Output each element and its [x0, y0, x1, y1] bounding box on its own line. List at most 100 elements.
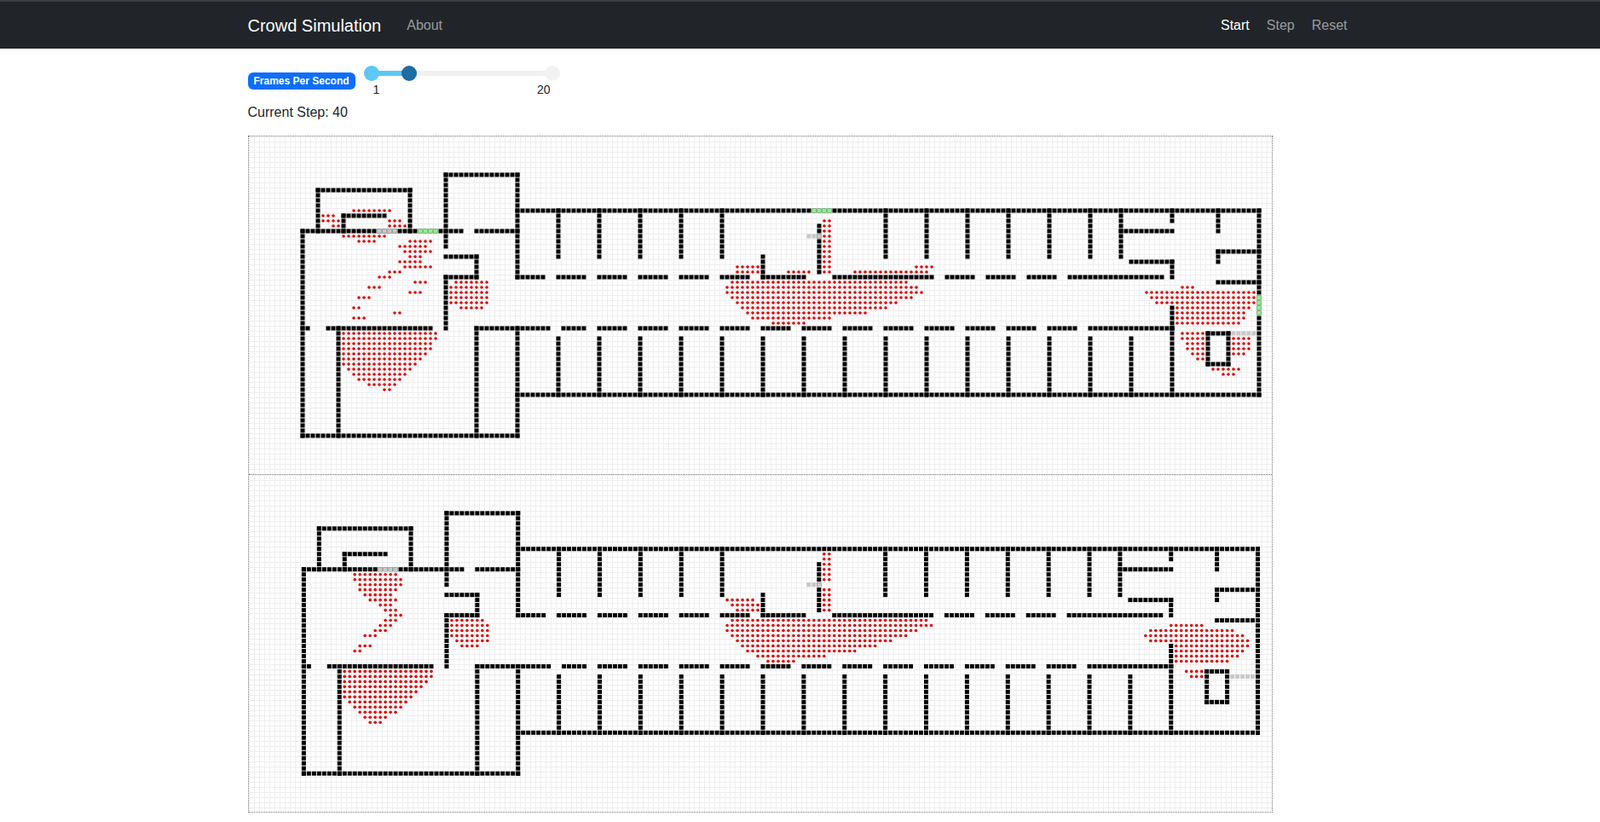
agent-dot — [858, 285, 862, 289]
wall-cell — [315, 433, 320, 439]
agent-dot — [1211, 290, 1215, 295]
wall-cell — [1118, 229, 1123, 234]
exit-cell — [821, 208, 826, 214]
wall-cell — [335, 367, 341, 372]
wall-cell — [407, 203, 412, 208]
wall-cell — [540, 326, 545, 331]
agent-dot — [382, 357, 387, 361]
agent-dot — [408, 244, 412, 249]
wall-cell — [489, 433, 494, 439]
reset-button[interactable]: Reset — [1306, 11, 1353, 40]
wall-cell — [985, 275, 990, 280]
wall-cell — [842, 387, 847, 393]
wall-cell — [1005, 377, 1011, 382]
wall-cell — [325, 188, 330, 193]
wall-cell — [1118, 254, 1123, 260]
agent-dot — [807, 290, 811, 295]
wall-cell — [514, 352, 520, 357]
wall-cell — [949, 392, 954, 398]
wall-cell — [433, 433, 438, 439]
wall-cell — [443, 306, 448, 311]
wall-cell — [1005, 362, 1011, 367]
wall-cell — [1215, 208, 1220, 214]
wall-cell — [842, 346, 847, 352]
agent-dot — [745, 290, 750, 295]
agent-dot — [919, 270, 924, 274]
wall-cell — [1138, 229, 1144, 234]
wall-cell — [596, 208, 601, 214]
wall-cell — [1230, 249, 1236, 255]
wall-cell — [857, 326, 862, 331]
wall-cell — [407, 188, 412, 193]
wall-cell — [1200, 392, 1205, 398]
step-button[interactable]: Step — [1261, 11, 1300, 40]
agent-dot — [730, 290, 734, 295]
agent-dot — [781, 280, 786, 284]
wall-cell — [499, 229, 504, 234]
wall-cell — [550, 392, 555, 398]
wall-cell — [1118, 208, 1123, 214]
wall-cell — [1256, 208, 1261, 214]
slider-thumb[interactable] — [401, 65, 417, 81]
agent-dot — [883, 270, 888, 274]
slider-max-handle[interactable] — [544, 65, 561, 81]
start-button[interactable]: Start — [1215, 11, 1255, 40]
agent-dot — [362, 377, 366, 382]
wall-cell — [448, 433, 453, 439]
wall-cell — [637, 275, 642, 280]
wall-cell — [1246, 280, 1251, 285]
wall-cell — [837, 208, 842, 214]
wall-cell — [443, 234, 448, 239]
agent-dot — [781, 290, 786, 295]
agent-dot — [853, 290, 857, 295]
wall-cell — [1154, 275, 1159, 280]
wall-cell — [954, 392, 959, 398]
agent-dot — [832, 300, 837, 305]
wall-cell — [1154, 326, 1159, 331]
wall-cell — [719, 392, 724, 398]
agent-dot — [771, 295, 775, 300]
slider-min-handle[interactable] — [363, 65, 380, 81]
agent-dot — [878, 270, 883, 274]
wall-cell — [816, 229, 821, 234]
wall-cell — [300, 280, 305, 285]
nav-link[interactable]: About — [401, 11, 448, 40]
fps-track[interactable] — [371, 63, 553, 83]
wall-cell — [346, 326, 351, 331]
wall-cell — [1087, 249, 1092, 255]
wall-cell — [1046, 326, 1052, 331]
agent-dot — [382, 341, 387, 346]
wall-cell — [555, 357, 561, 362]
wall-cell — [990, 275, 995, 280]
wall-cell — [381, 213, 387, 219]
wall-cell — [422, 433, 428, 439]
brand[interactable]: Crowd Simulation — [248, 12, 382, 39]
wall-cell — [1046, 224, 1052, 229]
exit-cell — [816, 234, 821, 239]
wall-cell — [1169, 392, 1174, 398]
agent-dot — [418, 336, 422, 341]
agent-dot — [858, 270, 862, 274]
wall-cell — [678, 341, 683, 347]
agent-dot — [791, 285, 796, 289]
agent-dot — [336, 219, 341, 223]
wall-cell — [335, 188, 341, 193]
wall-cell — [1133, 259, 1138, 265]
agent-dot — [408, 259, 412, 264]
wall-cell — [1087, 377, 1092, 382]
agent-dot — [418, 331, 422, 336]
wall-cell — [1251, 392, 1256, 398]
wall-cell — [1103, 326, 1108, 331]
wall-cell — [1128, 387, 1133, 393]
wall-cell — [770, 326, 775, 331]
wall-cell — [458, 229, 463, 234]
wall-cell — [637, 244, 642, 249]
wall-cell — [719, 352, 724, 357]
fps-slider[interactable]: 1 20 — [371, 63, 553, 98]
agent-dot — [1247, 295, 1251, 300]
agent-dot — [362, 362, 366, 366]
agent-dot — [730, 295, 734, 300]
wall-cell — [335, 392, 341, 398]
agent-dot — [853, 311, 857, 315]
agent-dot — [863, 285, 867, 289]
